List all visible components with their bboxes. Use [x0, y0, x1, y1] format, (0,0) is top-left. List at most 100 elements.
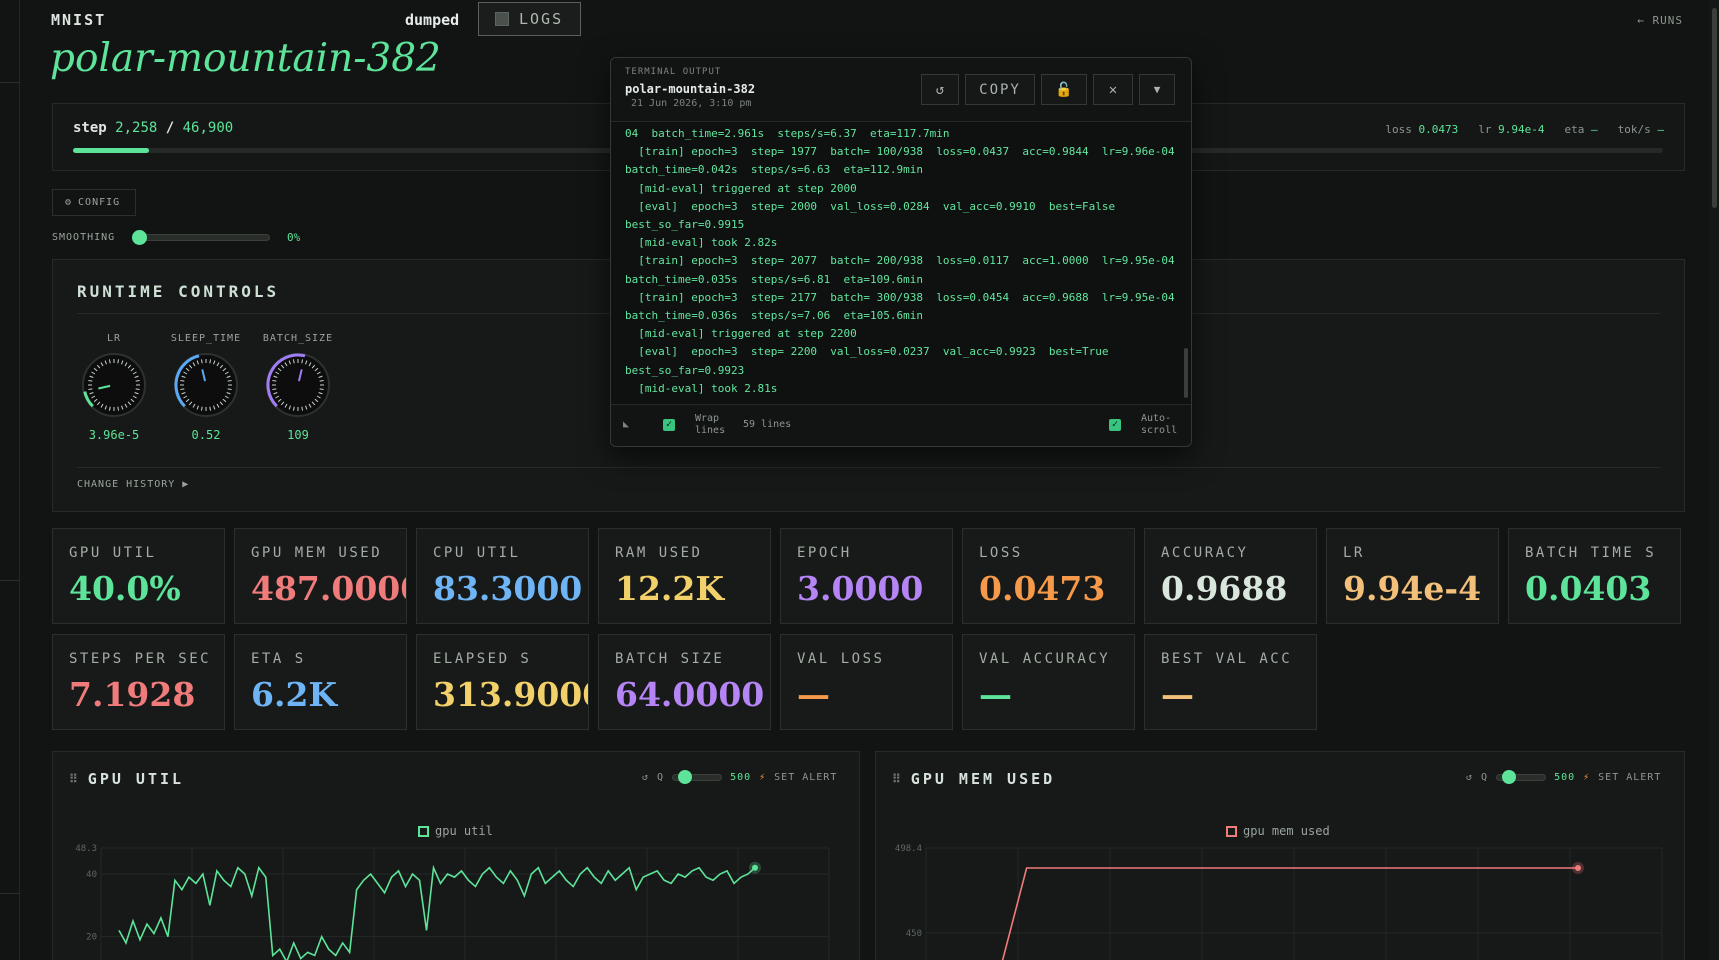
step-counter: step 2,258 / 46,900	[73, 120, 233, 136]
terminal-run-name: polar-mountain-382	[625, 82, 756, 96]
legend-swatch	[1226, 825, 1237, 837]
project-name: MNIST	[51, 11, 107, 29]
reset-icon[interactable]: ↺	[1466, 772, 1473, 783]
stat-card-label: BEST VAL ACC	[1161, 651, 1293, 667]
page-scrollbar[interactable]	[1709, 0, 1719, 960]
last-point-glow	[1572, 862, 1584, 874]
stat-card: RAM USED 12.2K	[598, 528, 771, 624]
divider	[77, 467, 1660, 468]
stat-card-label: VAL ACCURACY	[979, 651, 1111, 667]
close-button[interactable]: ✕	[1093, 74, 1133, 105]
inline-toks: tok/s —	[1617, 123, 1664, 136]
stat-card-value: 40.0%	[69, 569, 181, 608]
config-button[interactable]: ⚙ CONFIG	[52, 189, 136, 216]
dial-icon[interactable]	[171, 350, 241, 420]
stat-card: BEST VAL ACC —	[1144, 634, 1317, 730]
inline-eta: eta —	[1564, 123, 1598, 136]
log-line: [eval] epoch=3 step= 2200 val_loss=0.023…	[625, 345, 1116, 377]
drag-handle-icon[interactable]: ⠿	[69, 772, 78, 786]
chart-legend[interactable]: gpu mem used	[1226, 824, 1330, 838]
wrap-lines-checkbox[interactable]: ✓	[663, 419, 675, 431]
terminal-output-window: TERMINAL OUTPUT polar-mountain-382 21 Ju…	[610, 57, 1192, 447]
last-point	[1575, 865, 1581, 871]
change-history-toggle[interactable]: CHANGE HISTORY ▶	[77, 479, 189, 490]
resize-corner-icon[interactable]: ◣	[623, 419, 629, 430]
stat-card: ELAPSED S 313.9000	[416, 634, 589, 730]
stat-card-value: 3.0000	[797, 569, 924, 608]
step-label: step	[73, 120, 107, 136]
terminal-scrollbar[interactable]	[1184, 348, 1188, 398]
stat-card: GPU UTIL 40.0%	[52, 528, 225, 624]
stat-card-value: 12.2K	[615, 569, 725, 608]
dial-icon[interactable]	[79, 350, 149, 420]
terminal-kicker: TERMINAL OUTPUT	[625, 67, 722, 77]
log-line: [train] epoch=3 step= 2177 batch= 300/93…	[625, 290, 1188, 323]
stat-card-value: —	[979, 675, 1012, 714]
log-line: [eval] epoch=3 step= 2000 val_loss=0.028…	[625, 199, 1122, 232]
step-current: 2,258	[115, 120, 158, 136]
set-alert-button[interactable]: SET ALERT	[1598, 772, 1661, 783]
autoscroll-checkbox[interactable]: ✓	[1109, 419, 1121, 431]
reset-icon[interactable]: ↺	[642, 772, 649, 783]
chart-title-text: GPU UTIL	[87, 770, 185, 788]
left-gutter	[0, 0, 20, 960]
copy-button[interactable]: COPY	[965, 74, 1035, 105]
autoscroll-label: Auto-scroll	[1141, 413, 1178, 436]
window-slider-handle[interactable]	[678, 770, 693, 784]
scrollbar-thumb[interactable]	[1712, 8, 1717, 208]
log-line: [mid-eval] took 2.82s	[625, 236, 778, 250]
stat-card-label: ELAPSED S	[433, 651, 532, 667]
window-value: 500	[1554, 772, 1576, 783]
knob-batch-size[interactable]: BATCH_SIZE 109	[256, 333, 340, 442]
run-status: dumped	[405, 11, 460, 29]
knob-sleep-time[interactable]: SLEEP_TIME 0.52	[164, 333, 248, 442]
terminal-header: TERMINAL OUTPUT polar-mountain-382 21 Ju…	[611, 58, 1191, 122]
stat-card: BATCH TIME S 0.0403	[1508, 528, 1681, 624]
stat-card-value: 83.3000	[433, 569, 583, 608]
smoothing-slider[interactable]	[137, 234, 270, 241]
inline-metrics: loss 0.0473 lr 9.94e-4 eta — tok/s —	[1385, 123, 1664, 136]
stat-card: BATCH SIZE 64.0000	[598, 634, 771, 730]
collapse-button[interactable]: ▼	[1139, 74, 1175, 105]
line-count: 59 lines	[743, 419, 792, 430]
log-line: [mid-eval] took 2.81s	[625, 381, 778, 395]
chart-legend[interactable]: gpu util	[418, 824, 493, 838]
dial-icon[interactable]	[263, 350, 333, 420]
lock-button[interactable]: 🔓	[1041, 74, 1087, 105]
back-to-runs-link[interactable]: ← RUNS	[1637, 14, 1683, 27]
stat-card-label: BATCH SIZE	[615, 651, 725, 667]
stat-card-value: 6.2K	[251, 675, 338, 714]
knob-value: 0.52	[191, 428, 221, 442]
window-slider[interactable]	[672, 770, 723, 784]
refresh-button[interactable]: ↺	[921, 74, 959, 105]
chart-controls: ↺ Q 500 ⚡ SET ALERT	[1466, 770, 1661, 784]
window-slider[interactable]	[1496, 770, 1547, 784]
window-slider-handle[interactable]	[1502, 770, 1517, 784]
series-line	[1001, 867, 1578, 960]
run-title: polar-mountain-382	[50, 36, 441, 81]
logs-button[interactable]: LOGS	[478, 2, 581, 36]
chart-title: ⠿ GPU MEM USED	[892, 770, 1055, 788]
stat-card: VAL ACCURACY —	[962, 634, 1135, 730]
stat-card: VAL LOSS —	[780, 634, 953, 730]
refresh-icon: ↺	[935, 81, 945, 98]
q-label: Q	[1481, 772, 1489, 783]
config-button-label: CONFIG	[78, 197, 121, 208]
chart-panel-gpu-util: ⠿ GPU UTIL ↺ Q 500 ⚡ SET ALERT gpu util …	[52, 751, 860, 960]
runtime-controls-title: RUNTIME CONTROLS	[77, 282, 280, 301]
terminal-log[interactable]: 04 batch_time=2.961s steps/s=6.37 eta=11…	[611, 123, 1191, 401]
log-line: [mid-eval] triggered at step 2200	[625, 327, 857, 341]
log-line: [train] epoch=3 step= 2077 batch= 200/93…	[625, 254, 1188, 286]
step-total: 46,900	[182, 120, 234, 136]
log-line: [train] epoch=3 step= 1977 batch= 100/93…	[625, 145, 1188, 177]
stat-card: STEPS PER SEC 7.1928	[52, 634, 225, 730]
drag-handle-icon[interactable]: ⠿	[892, 772, 901, 786]
legend-label: gpu util	[435, 824, 493, 838]
set-alert-button[interactable]: SET ALERT	[774, 772, 837, 783]
bolt-icon: ⚡	[759, 772, 767, 783]
knob-lr[interactable]: LR 3.96e-5	[72, 333, 156, 442]
smoothing-slider-handle[interactable]	[132, 230, 147, 245]
smoothing-label: SMOOTHING	[52, 232, 116, 243]
chart-title: ⠿ GPU UTIL	[69, 770, 184, 788]
y-tick-label: 20	[86, 933, 97, 943]
